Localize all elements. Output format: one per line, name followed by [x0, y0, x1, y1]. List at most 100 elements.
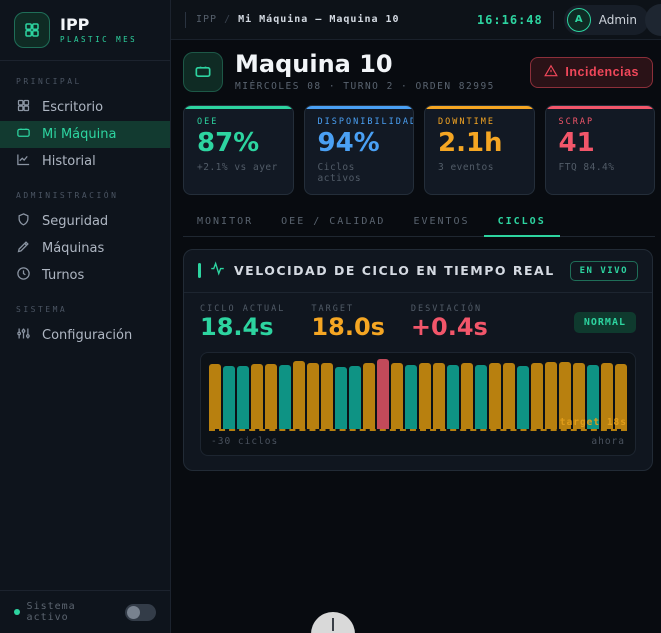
topbar: IPP / Mi Máquina — Maquina 10 16:16:48 A…: [171, 0, 661, 40]
brand-tagline: PLASTIC MES: [60, 35, 138, 45]
cycle-bar: [265, 364, 277, 430]
sidebar-item-label: Turnos: [42, 268, 85, 283]
stat-value-desviacion: +0.4s: [410, 312, 488, 341]
bars-area: target 18s: [209, 359, 627, 432]
cycle-bar: [293, 361, 305, 430]
cycle-bar: [279, 365, 291, 430]
breadcrumb: IPP / Mi Máquina — Maquina 10: [196, 14, 400, 25]
tab-bar: MONITOR OEE / CALIDAD EVENTOS CICLOS: [183, 209, 655, 237]
panel-title: VELOCIDAD DE CICLO EN TIEMPO REAL: [234, 263, 555, 279]
clock: 16:16:48: [476, 12, 543, 27]
sidebar-item-maquinas[interactable]: Máquinas: [0, 235, 170, 262]
brand-logo-icon: [14, 12, 50, 48]
cycle-bar: [223, 366, 235, 430]
kpi-value: 2.1h: [438, 128, 503, 158]
cycle-bar: [489, 363, 501, 430]
kpi-value: 41: [558, 128, 595, 158]
warning-icon: [544, 64, 559, 81]
kpi-card-disponibilidad: DISPONIBILIDAD 94% Ciclos activos: [303, 105, 414, 195]
cycle-bar: [531, 363, 543, 430]
breadcrumb-current: Mi Máquina — Maquina 10: [238, 14, 400, 25]
system-toggle[interactable]: [124, 603, 156, 621]
kpi-label: DISPONIBILIDAD: [317, 117, 414, 127]
stat-value-ciclo-actual: 18.4s: [200, 312, 274, 341]
cycle-bar: [447, 365, 459, 430]
page-title: Maquina 10: [235, 50, 393, 79]
kpi-value: 87%: [197, 128, 260, 158]
kpi-accent: [545, 106, 654, 109]
sidebar-item-configuracion[interactable]: Configuración: [0, 322, 170, 349]
sidebar-item-seguridad[interactable]: Seguridad: [0, 208, 170, 235]
sidebar-item-label: Configuración: [42, 328, 133, 343]
cycle-bar: [251, 364, 263, 430]
pencil-icon: [16, 239, 31, 258]
main-area: IPP / Mi Máquina — Maquina 10 16:16:48 A…: [171, 0, 661, 633]
machine-icon: [16, 125, 31, 144]
cycle-bar-chart: target 18s -30 ciclos ahora: [200, 352, 636, 457]
axis-right-label: ahora: [591, 436, 625, 448]
sidebar-item-label: Historial: [42, 154, 96, 169]
nav-section-principal: PRINCIPAL: [16, 77, 82, 86]
accent-bar: [198, 263, 201, 279]
cycle-bar: [377, 359, 389, 430]
cycle-bar: [475, 365, 487, 430]
brand: IPP PLASTIC MES: [0, 0, 170, 61]
sidebar-item-label: Mi Máquina: [42, 127, 117, 142]
sidebar-item-turnos[interactable]: Turnos: [0, 262, 170, 289]
stat-value-target: 18.0s: [311, 312, 385, 341]
kpi-label: OEE: [197, 117, 219, 127]
kpi-subtext: +2.1% vs ayer: [197, 161, 278, 173]
user-menu-button[interactable]: A Admin: [563, 4, 649, 35]
breadcrumb-separator: /: [224, 14, 232, 25]
kpi-label: SCRAP: [558, 117, 595, 127]
kpi-subtext: 3 eventos: [438, 161, 494, 173]
arrow-up-icon: [332, 618, 334, 631]
sidebar-item-label: Escritorio: [42, 100, 104, 115]
page-subtitle: MIÉRCOLES 08 · TURNO 2 · ORDEN 82995: [235, 80, 495, 92]
cycle-bar: [349, 366, 361, 430]
kpi-accent: [304, 106, 413, 109]
kpi-subtext: FTQ 84.4%: [558, 161, 615, 173]
sidebar-item-label: Máquinas: [42, 241, 105, 256]
axis-left-label: -30 ciclos: [211, 436, 279, 448]
cycle-bar: [433, 363, 445, 430]
cycle-bar: [307, 363, 319, 430]
activity-icon: [210, 261, 225, 280]
sidebar-item-escritorio[interactable]: Escritorio: [0, 94, 170, 121]
tab-oee-calidad[interactable]: OEE / CALIDAD: [267, 209, 399, 237]
cycle-speed-panel: VELOCIDAD DE CICLO EN TIEMPO REAL EN VIV…: [183, 248, 653, 472]
panel-header: VELOCIDAD DE CICLO EN TIEMPO REAL EN VIV…: [184, 250, 652, 293]
clock-icon: [16, 266, 31, 285]
kpi-card-oee: OEE 87% +2.1% vs ayer: [183, 105, 294, 195]
tab-ciclos[interactable]: CICLOS: [483, 209, 560, 237]
toggle-knob: [126, 605, 140, 619]
page-header: Maquina 10 MIÉRCOLES 08 · TURNO 2 · ORDE…: [183, 52, 655, 92]
cycle-bar: [391, 363, 403, 430]
kpi-accent: [184, 106, 293, 109]
content: Maquina 10 MIÉRCOLES 08 · TURNO 2 · ORDE…: [171, 40, 661, 633]
kpi-row: OEE 87% +2.1% vs ayer DISPONIBILIDAD 94%…: [183, 105, 655, 195]
avatar: A: [566, 7, 591, 32]
kpi-label: DOWNTIME: [438, 117, 495, 127]
sidebar-item-mi-maquina[interactable]: Mi Máquina: [0, 121, 170, 148]
topbar-divider: [552, 10, 554, 29]
tab-monitor[interactable]: MONITOR: [183, 209, 267, 237]
sliders-icon: [16, 326, 31, 345]
sidebar-item-label: Seguridad: [42, 214, 109, 229]
tab-eventos[interactable]: EVENTOS: [399, 209, 483, 237]
x-axis-labels: -30 ciclos ahora: [209, 431, 627, 455]
kpi-subtext: Ciclos activos: [317, 161, 362, 184]
cycle-bar: [503, 363, 515, 430]
cycle-bar: [209, 364, 221, 430]
cycle-bar: [517, 366, 529, 430]
cycle-bar: [335, 367, 347, 430]
cycle-bar: [237, 366, 249, 430]
nav-section-administracion: ADMINISTRACIÓN: [16, 191, 119, 200]
breadcrumb-divider: [185, 11, 186, 28]
live-badge: EN VIVO: [569, 260, 638, 281]
incidents-button[interactable]: Incidencias: [530, 56, 653, 88]
user-name: Admin: [598, 12, 637, 27]
breadcrumb-root[interactable]: IPP: [196, 14, 217, 25]
grid-icon: [16, 98, 31, 117]
sidebar-item-historial[interactable]: Historial: [0, 148, 170, 175]
